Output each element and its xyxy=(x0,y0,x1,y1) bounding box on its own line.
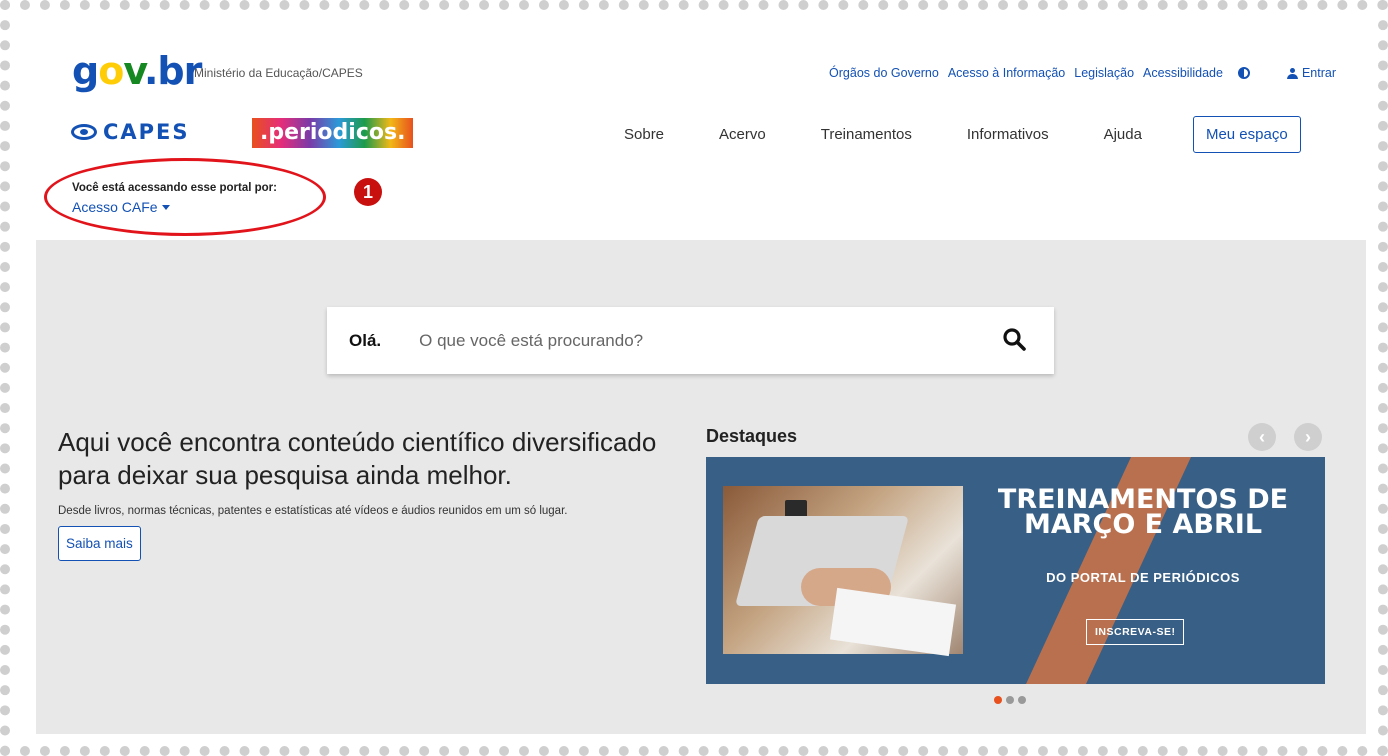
main-content: Olá. Aqui você encontra conteúdo científ… xyxy=(36,240,1366,734)
paper-image xyxy=(829,587,957,657)
capes-logo-text: CAPES xyxy=(103,120,190,144)
link-legislacao[interactable]: Legislação xyxy=(1074,66,1134,80)
hero: Aqui você encontra conteúdo científico d… xyxy=(58,426,688,561)
carousel-prev-icon[interactable]: ‹ xyxy=(1248,423,1276,451)
hero-title: Aqui você encontra conteúdo científico d… xyxy=(58,427,657,490)
search-greeting: Olá. xyxy=(349,330,382,350)
govbr-logo[interactable]: gov.br xyxy=(72,52,202,90)
login-button[interactable]: Entrar xyxy=(1286,66,1336,80)
user-icon xyxy=(1286,67,1298,79)
top-links: Órgãos do Governo Acesso à Informação Le… xyxy=(829,66,1336,80)
header: gov.br Ministério da Educação/CAPES Órgã… xyxy=(36,22,1366,240)
learn-more-button[interactable]: Saiba mais xyxy=(58,526,141,561)
page: gov.br Ministério da Educação/CAPES Órgã… xyxy=(36,22,1366,734)
search-bar: Olá. xyxy=(327,307,1054,374)
nav-informativos[interactable]: Informativos xyxy=(967,126,1049,143)
carousel-dot-1[interactable] xyxy=(994,696,1002,704)
search-input[interactable] xyxy=(417,329,952,352)
banner-photo xyxy=(723,486,963,657)
capes-eye-icon xyxy=(71,124,97,140)
capes-logo[interactable]: CAPES xyxy=(71,120,190,144)
highlights-title: Destaques xyxy=(706,426,798,446)
nav-ajuda[interactable]: Ajuda xyxy=(1104,126,1142,143)
nav-treinamentos[interactable]: Treinamentos xyxy=(821,126,912,143)
banner-signup-button[interactable]: INSCREVA-SE! xyxy=(1086,619,1185,645)
link-acessibilidade[interactable]: Acessibilidade xyxy=(1143,66,1223,80)
step-badge: 1 xyxy=(354,178,382,206)
carousel-next-icon[interactable]: › xyxy=(1294,423,1322,451)
highlight-ring xyxy=(44,158,326,236)
highlight-banner[interactable]: TREINAMENTOS DE MARÇO E ABRIL DO PORTAL … xyxy=(706,457,1325,684)
ministry-label: Ministério da Educação/CAPES xyxy=(194,66,363,80)
hero-subtitle: Desde livros, normas técnicas, patentes … xyxy=(58,505,568,517)
carousel-dot-2[interactable] xyxy=(1006,696,1014,704)
nav-sobre[interactable]: Sobre xyxy=(624,126,664,143)
periodicos-logo[interactable]: .periodicos. xyxy=(252,118,414,148)
search-icon[interactable] xyxy=(1002,327,1026,351)
carousel-dots xyxy=(994,696,1026,704)
contrast-icon[interactable] xyxy=(1237,67,1250,79)
login-label: Entrar xyxy=(1301,66,1336,80)
main-nav: Sobre Acervo Treinamentos Informativos A… xyxy=(600,116,1301,153)
my-space-button[interactable]: Meu espaço xyxy=(1192,116,1301,153)
carousel-dot-3[interactable] xyxy=(1018,696,1026,704)
link-orgaos-governo[interactable]: Órgãos do Governo xyxy=(829,66,939,80)
banner-subtitle: DO PORTAL DE PERIÓDICOS xyxy=(1046,570,1240,585)
banner-title: TREINAMENTOS DE MARÇO E ABRIL xyxy=(997,484,1289,540)
nav-acervo[interactable]: Acervo xyxy=(719,126,766,143)
link-acesso-informacao[interactable]: Acesso à Informação xyxy=(948,66,1065,80)
